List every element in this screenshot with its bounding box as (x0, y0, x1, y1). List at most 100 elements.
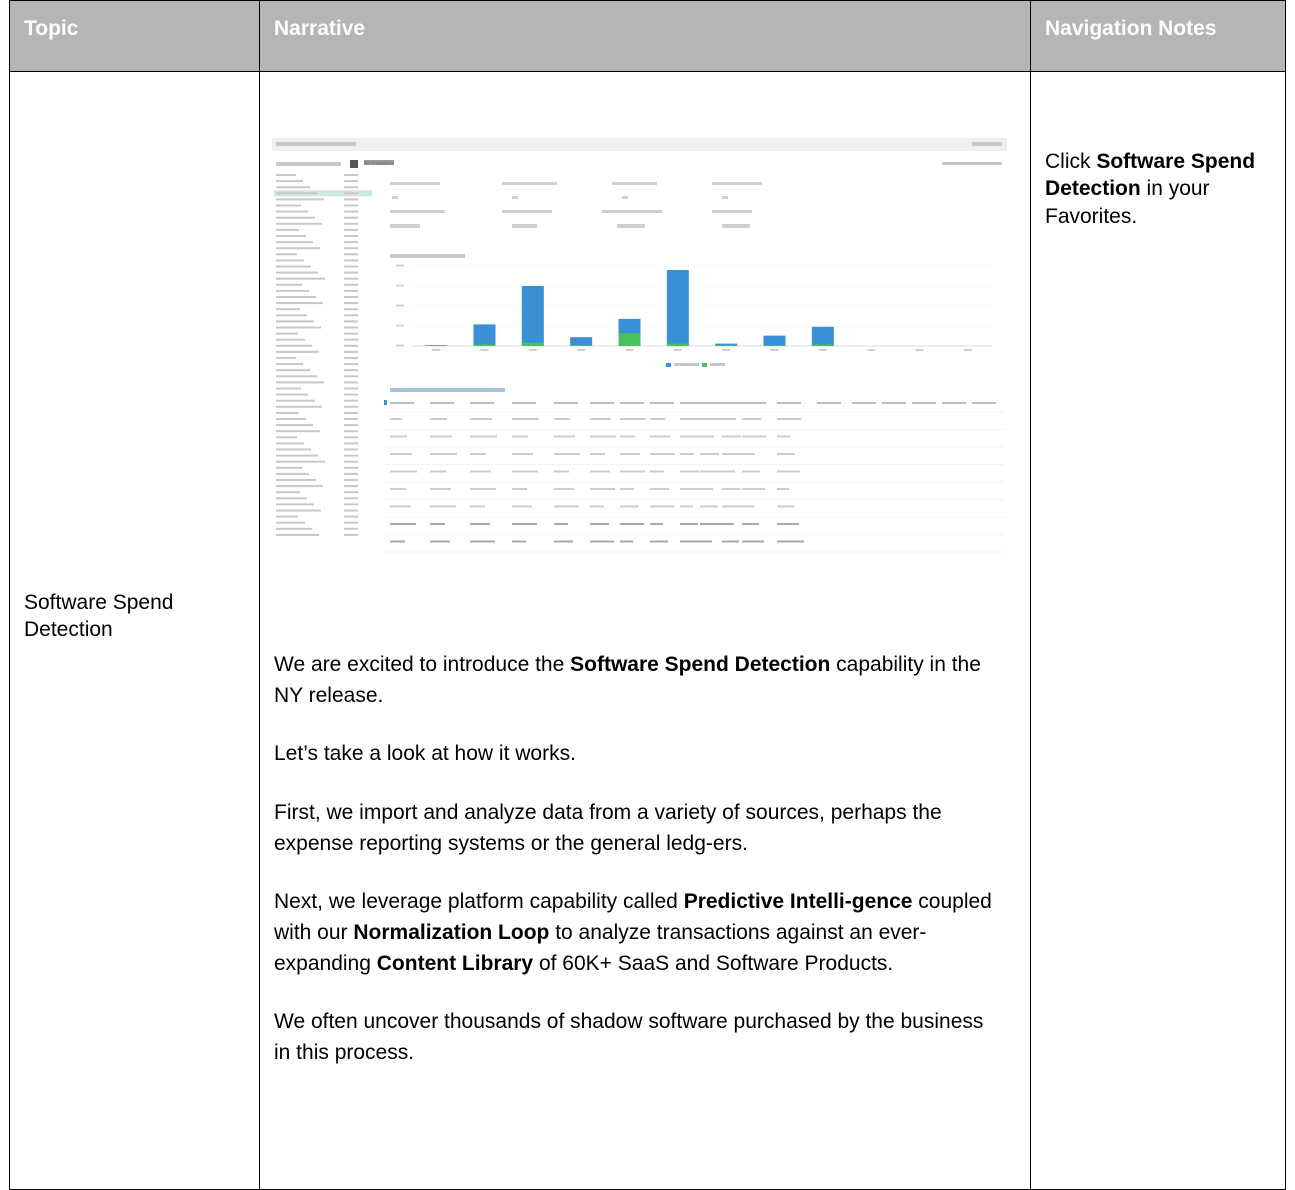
chart-bar-secondary (763, 345, 786, 346)
screenshot-list-item (276, 399, 315, 402)
chart-bar (763, 335, 786, 346)
screenshot-list-item (276, 308, 300, 311)
screenshot-list-value (344, 375, 358, 378)
screenshot-list-item (276, 235, 306, 237)
screenshot-table-cell (722, 470, 735, 473)
screenshot-table-cell (742, 540, 764, 543)
screenshot-table-header-cell (912, 402, 936, 404)
narrative-paragraph-5: We often uncover thousands of shadow sof… (274, 1010, 984, 1064)
screenshot-table-cell (590, 505, 604, 508)
screenshot-table-cell (554, 488, 574, 490)
screenshot-list-item (276, 411, 299, 414)
screenshot-table-cell (700, 540, 712, 543)
screenshot-table-header-cell (470, 402, 494, 404)
screenshot-table-cell (742, 453, 755, 455)
screenshot-list-item (276, 381, 324, 384)
screenshot-list-item (276, 222, 322, 225)
chart-x-tick (915, 349, 924, 351)
screenshot-list-item (276, 228, 299, 231)
chart-y-tick (396, 284, 404, 287)
screenshot-list-value (344, 259, 358, 262)
screenshot-table-cell (722, 505, 745, 508)
screenshot-table-header-cell (777, 402, 801, 404)
chart-x-tick (963, 349, 972, 351)
document: Topic Narrative Navigation Notes Softwar… (9, 0, 1286, 1190)
screenshot-list-value (344, 314, 358, 317)
chart-x-tick (528, 349, 537, 351)
screenshot-table-cell (470, 505, 485, 508)
screenshot-table-header-cell (390, 402, 414, 404)
screenshot-list-item (276, 405, 322, 408)
screenshot-table-cell (470, 488, 496, 490)
screenshot-table-cell (620, 488, 634, 490)
screenshot-table-cell (554, 470, 569, 473)
narrative-paragraph-4: Next, we leverage platform capability ca… (274, 890, 992, 975)
screenshot-table-cell (742, 505, 754, 508)
screenshot-list-value (344, 253, 358, 256)
screenshot-table-cell (430, 435, 452, 438)
chart-x-tick (432, 349, 441, 351)
screenshot-list-value (344, 186, 358, 189)
screenshot-table-header-cell (512, 402, 536, 404)
screenshot-list-item (276, 271, 318, 274)
narrative-paragraphs: We are excited to introduce the Software… (274, 650, 994, 1097)
screenshot-table-cell (777, 488, 789, 490)
screenshot-table-cell (512, 540, 526, 543)
screenshot-table-cell (700, 505, 718, 508)
screenshot-table-header-cell (650, 402, 674, 404)
navigation-note: Click Software Spend Detection in your F… (1045, 150, 1256, 228)
screenshot-table-cell (700, 523, 723, 525)
screenshot-table-cell (470, 470, 491, 473)
chart-bar-secondary (425, 345, 448, 346)
header-narrative: Narrative (259, 0, 1031, 72)
screenshot-table-cell (590, 418, 611, 420)
embedded-screenshot: All Publishers (272, 138, 1007, 560)
screenshot-table-header-cell (430, 402, 454, 404)
screenshot-table-header-cell (700, 402, 724, 404)
screenshot-table-cell (777, 505, 794, 508)
screenshot-table-cell (680, 505, 693, 508)
screenshot-list-item (276, 393, 308, 396)
screenshot-list-item (276, 247, 320, 250)
screenshot-list-value (344, 180, 358, 183)
screenshot-list-item (276, 479, 316, 481)
screenshot-list-item (276, 509, 321, 512)
chart-bar-secondary (715, 345, 738, 346)
screenshot-table-cell (620, 435, 635, 438)
screenshot-table-cell (512, 418, 539, 420)
screenshot-list-value (344, 210, 358, 213)
screenshot-list-item (276, 320, 314, 323)
chart-y-tick (396, 264, 404, 267)
navigation-notes-cell: Click Software Spend Detection in your F… (1030, 71, 1286, 1190)
screenshot-table-cell (680, 470, 699, 473)
screenshot-list-item (276, 186, 310, 189)
screenshot-table-cell (390, 418, 402, 420)
chart-y-tick (396, 344, 404, 347)
screenshot-table-cell (590, 540, 614, 543)
screenshot-list-item (276, 375, 317, 378)
screenshot-list-value (344, 430, 358, 433)
screenshot-list-item (276, 350, 319, 353)
screenshot-list-item (276, 210, 308, 213)
screenshot-table-header-cell (817, 402, 841, 404)
screenshot-list-item (276, 302, 323, 305)
screenshot-list-item (276, 265, 311, 268)
chart-bar (570, 337, 593, 346)
screenshot-list-item (276, 332, 298, 335)
screenshot-table-cell (700, 418, 725, 420)
screenshot-table-cell (680, 540, 703, 543)
screenshot-list-value (344, 308, 358, 311)
narrative-paragraph-2: Let’s take a look at how it works. (274, 742, 576, 766)
screenshot-list-value (344, 198, 358, 201)
screenshot-list-value (344, 527, 358, 530)
screenshot-table-cell (430, 470, 446, 473)
screenshot-table-cell (470, 523, 490, 525)
narrative-cell: All Publishers We are excited to introdu… (259, 71, 1031, 1190)
screenshot-list-item (276, 204, 301, 207)
screenshot-table-cell (430, 453, 457, 455)
screenshot-image: All Publishers (272, 138, 1007, 560)
screenshot-table-cell (554, 418, 570, 420)
chart-x-tick (577, 349, 586, 351)
screenshot-table-cell (650, 488, 669, 490)
screenshot-list-item (276, 472, 309, 475)
